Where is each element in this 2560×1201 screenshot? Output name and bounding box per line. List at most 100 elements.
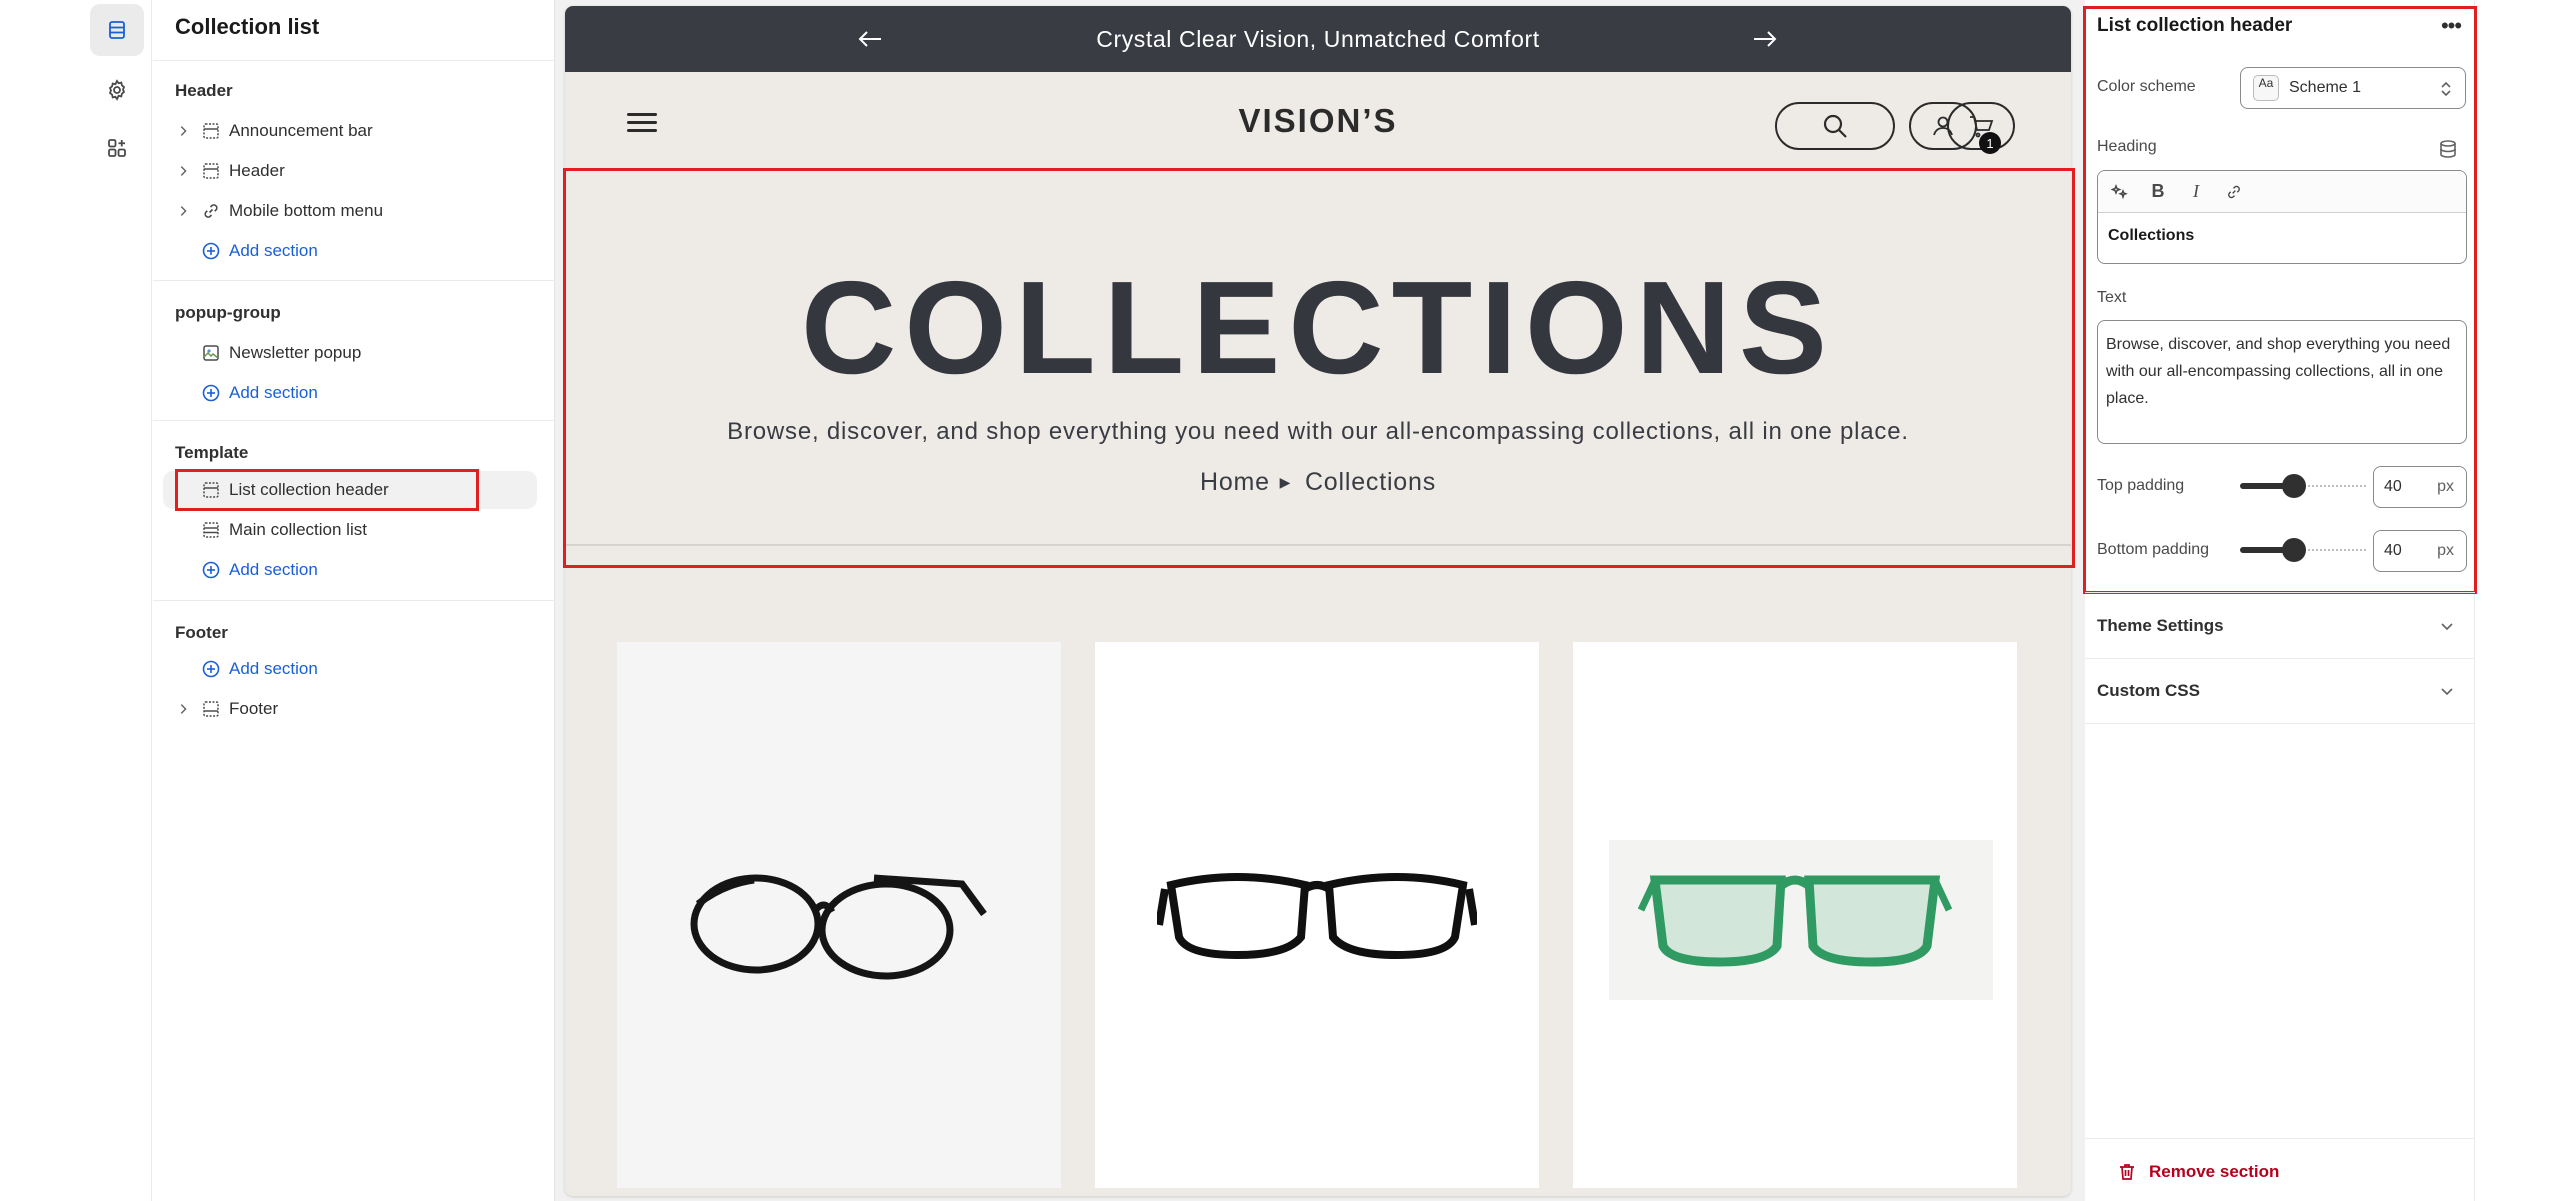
sidebar-item-label: Announcement bar xyxy=(229,121,373,140)
slider-handle[interactable] xyxy=(2282,474,2306,498)
select-updown-icon xyxy=(2439,79,2453,104)
scheme-swatch-icon: Aa xyxy=(2253,75,2279,101)
plus-circle-icon xyxy=(193,241,229,261)
unit-label: px xyxy=(2437,478,2454,495)
top-padding-input[interactable]: 40 px xyxy=(2373,466,2467,508)
theme-settings-accordion[interactable]: Theme Settings xyxy=(2085,592,2475,658)
sidebar-title: Collection list xyxy=(175,14,320,39)
theme-editor: Collection list Header Announcement bar … xyxy=(0,0,2560,1201)
trash-icon xyxy=(2120,1164,2134,1180)
section-layout-icon xyxy=(193,480,229,500)
top-padding-label: Top padding xyxy=(2097,477,2185,494)
settings-gear-icon xyxy=(108,79,126,101)
text-label: Text xyxy=(2097,289,2127,306)
text-field[interactable]: Browse, discover, and shop everything yo… xyxy=(2097,320,2467,444)
sidebar-item-label: Main collection list xyxy=(229,520,367,539)
group-title-footer: Footer xyxy=(175,623,228,642)
heading-rich-text-editor[interactable]: B I Collections xyxy=(2097,170,2467,264)
sidebar-item-label: List collection header xyxy=(229,480,389,499)
heading-label: Heading xyxy=(2097,138,2157,155)
chevron-right-icon[interactable] xyxy=(173,124,193,138)
remove-section-label: Remove section xyxy=(2149,1162,2280,1181)
slider-handle[interactable] xyxy=(2282,538,2306,562)
announcement-bar[interactable]: Crystal Clear Vision, Unmatched Comfort xyxy=(565,6,2071,72)
search-icon xyxy=(1823,114,1847,138)
list-collection-header-section[interactable]: COLLECTIONS Browse, discover, and shop e… xyxy=(565,170,2071,546)
apps-rail-button[interactable] xyxy=(90,122,144,174)
top-padding-slider[interactable] xyxy=(2240,474,2366,498)
custom-css-accordion[interactable]: Custom CSS xyxy=(2085,658,2475,724)
panel-title: List collection header xyxy=(2097,15,2293,36)
chevron-right-icon[interactable] xyxy=(173,702,193,716)
sidebar-item-list-collection-header[interactable]: List collection header xyxy=(193,472,533,508)
settings-rail-button[interactable] xyxy=(90,64,144,116)
breadcrumb-separator-icon: ▶ xyxy=(1279,474,1292,490)
collection-card[interactable] xyxy=(1095,642,1539,1188)
arrow-right-icon[interactable] xyxy=(1745,19,1785,59)
breadcrumb-home-link[interactable]: Home xyxy=(1200,468,1270,497)
template-group: Template List collection header Main col… xyxy=(153,420,555,600)
settings-panel-body: List collection header ••• Color scheme … xyxy=(2083,0,2477,1201)
add-section-label: Add section xyxy=(229,659,318,678)
color-scheme-label: Color scheme xyxy=(2097,78,2196,95)
divider xyxy=(2085,1138,2475,1139)
apps-icon xyxy=(108,139,126,157)
header-group: Header Announcement bar Header Mobile bo… xyxy=(153,60,555,280)
bold-icon[interactable]: B xyxy=(2146,180,2170,204)
sections-icon xyxy=(109,21,125,39)
color-scheme-select[interactable]: Aa Scheme 1 xyxy=(2240,67,2466,109)
color-scheme-value: Scheme 1 xyxy=(2289,79,2362,96)
breadcrumb: Home ▶ Collections xyxy=(565,468,2071,497)
dynamic-source-icon[interactable] xyxy=(2437,138,2459,160)
search-button[interactable] xyxy=(1775,102,1895,150)
sidebar-item-label: Newsletter popup xyxy=(229,343,362,362)
black-rectangular-eyeglasses-image xyxy=(1157,873,1477,960)
collection-card[interactable] xyxy=(1573,642,2017,1188)
chevron-down-icon xyxy=(2441,688,2453,696)
announcement-text: Crystal Clear Vision, Unmatched Comfort xyxy=(1096,25,1540,52)
arrow-left-icon[interactable] xyxy=(850,19,890,59)
section-settings-panel: List collection header ••• Color scheme … xyxy=(2083,0,2560,1201)
bottom-padding-label: Bottom padding xyxy=(2097,541,2210,558)
remove-section-button[interactable]: Remove section xyxy=(2097,1162,2279,1182)
chevron-right-icon[interactable] xyxy=(173,164,193,178)
preview-frame: Crystal Clear Vision, Unmatched Comfort … xyxy=(565,6,2071,1196)
section-layout-icon xyxy=(193,161,229,181)
sidebar-item-label: Mobile bottom menu xyxy=(229,201,384,220)
footer-group: Footer Add section Footer xyxy=(153,600,555,740)
italic-icon[interactable]: I xyxy=(2184,180,2208,204)
store-header: VISION’S 1 xyxy=(565,72,2071,170)
group-title-popup-group: popup-group xyxy=(175,303,281,322)
collections-description: Browse, discover, and shop everything yo… xyxy=(727,418,1909,445)
sections-rail-button[interactable] xyxy=(90,4,144,56)
link-icon xyxy=(193,201,229,221)
collection-card[interactable] xyxy=(617,642,1061,1188)
black-round-eyeglasses-image xyxy=(690,874,987,980)
unit-label: px xyxy=(2437,542,2454,559)
link-icon[interactable] xyxy=(2222,180,2246,204)
group-title-header: Header xyxy=(175,81,233,100)
cart-button[interactable]: 1 xyxy=(1947,102,2015,154)
breadcrumb-current: Collections xyxy=(1304,468,1437,496)
bottom-padding-input[interactable]: 40 px xyxy=(2373,530,2467,572)
custom-css-label: Custom CSS xyxy=(2097,681,2200,700)
section-layout-icon xyxy=(193,121,229,141)
plus-circle-icon xyxy=(193,659,229,679)
image-icon xyxy=(193,343,229,363)
footer-layout-icon xyxy=(193,699,229,719)
more-options-icon[interactable]: ••• xyxy=(2437,13,2465,38)
sections-sidebar: Collection list Header Announcement bar … xyxy=(153,0,555,1201)
green-rectangular-eyeglasses-image xyxy=(1637,875,1953,967)
group-title-template: Template xyxy=(175,443,249,462)
bottom-padding-value: 40 xyxy=(2384,542,2402,559)
bottom-padding-slider[interactable] xyxy=(2240,538,2366,562)
sidebar-item-label: Footer xyxy=(229,699,279,718)
rte-toolbar: B I xyxy=(2098,171,2466,213)
chevron-right-icon[interactable] xyxy=(173,204,193,218)
add-section-label: Add section xyxy=(229,241,318,260)
heading-value[interactable]: Collections xyxy=(2098,213,2466,259)
ai-sparkle-icon[interactable] xyxy=(2108,180,2132,204)
add-section-label: Add section xyxy=(229,383,318,402)
collection-grid xyxy=(565,566,2071,1196)
top-padding-value: 40 xyxy=(2384,478,2402,495)
